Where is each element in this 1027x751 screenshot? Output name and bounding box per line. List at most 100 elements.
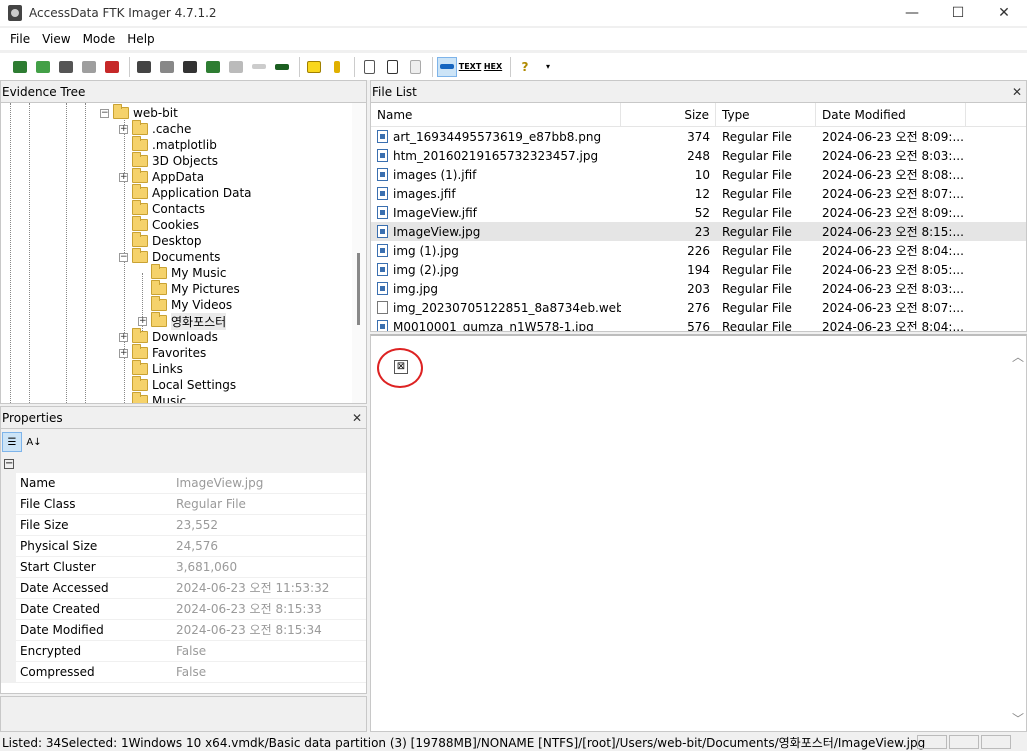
property-value[interactable]: 2024-06-23 오전 11:53:32 bbox=[172, 578, 366, 599]
file-row[interactable]: img_20230705122851_8a8734eb.webp 276 Regul… bbox=[371, 298, 1026, 317]
column-header-date-modified[interactable]: Date Modified bbox=[816, 103, 966, 126]
export-logical-image-icon[interactable] bbox=[180, 57, 200, 77]
tree-node[interactable]: Application Data bbox=[132, 184, 252, 201]
collapse-icon[interactable]: − bbox=[119, 252, 128, 262]
property-value[interactable]: 2024-06-23 오전 8:15:34 bbox=[172, 620, 366, 641]
tree-node[interactable]: + Favorites bbox=[119, 344, 206, 361]
property-row[interactable]: File Size 23,552 bbox=[1, 515, 366, 536]
property-value[interactable]: 24,576 bbox=[172, 536, 366, 557]
property-row[interactable]: Compressed False bbox=[1, 662, 366, 683]
property-row[interactable]: Date Modified 2024-06-23 오전 8:15:34 bbox=[1, 620, 366, 641]
property-row[interactable]: Encrypted False bbox=[1, 641, 366, 662]
property-row[interactable]: Date Accessed 2024-06-23 오전 11:53:32 bbox=[1, 578, 366, 599]
remove-all-evidence-icon[interactable] bbox=[102, 57, 122, 77]
add-all-devices-icon[interactable] bbox=[33, 57, 53, 77]
help-icon[interactable]: ? bbox=[515, 57, 535, 77]
property-value[interactable]: ImageView.jpg bbox=[172, 473, 366, 494]
expand-icon[interactable]: + bbox=[119, 332, 128, 342]
column-header-type[interactable]: Type bbox=[716, 103, 816, 126]
create-disk-image-icon[interactable] bbox=[134, 57, 154, 77]
document-disabled-icon[interactable] bbox=[405, 57, 425, 77]
key-icon[interactable] bbox=[327, 57, 347, 77]
file-row[interactable]: M0010001_gumza_n1W578-1.jpg 576 Regular Fi… bbox=[371, 317, 1026, 331]
tree-node[interactable]: Cookies bbox=[132, 216, 199, 233]
tree-node[interactable]: Desktop bbox=[132, 232, 202, 249]
tree-node[interactable]: My Pictures bbox=[151, 280, 240, 297]
file-row[interactable]: images.jfif 12 Regular File 2024-06-23 오전 8… bbox=[371, 184, 1026, 203]
new-document-icon[interactable] bbox=[359, 57, 379, 77]
categorized-icon[interactable]: ☰ bbox=[2, 432, 22, 452]
file-row[interactable]: art_16934495573619_e87bb8.png 374 Regular … bbox=[371, 127, 1026, 146]
column-header-size[interactable]: Size bbox=[621, 103, 716, 126]
tree-node-web-bit[interactable]: − web-bit bbox=[100, 104, 178, 121]
tree-scrollbar-thumb[interactable] bbox=[357, 253, 360, 325]
collapse-icon[interactable]: − bbox=[100, 108, 109, 118]
image-mounting-icon[interactable] bbox=[56, 57, 76, 77]
property-value[interactable]: 3,681,060 bbox=[172, 557, 366, 578]
add-evidence-icon[interactable] bbox=[10, 57, 30, 77]
add-to-custom-image-icon[interactable] bbox=[203, 57, 223, 77]
file-row-selected[interactable]: ImageView.jpg 23 Regular File 2024-06-23 오전… bbox=[371, 222, 1026, 241]
close-button[interactable]: ✕ bbox=[981, 0, 1027, 26]
file-row[interactable]: htm_20160219165732323457.jpg 248 Regular F… bbox=[371, 146, 1026, 165]
tree-scrollbar[interactable] bbox=[352, 103, 366, 403]
alphabetical-sort-icon[interactable]: A↓ bbox=[24, 432, 44, 452]
expand-icon[interactable]: + bbox=[119, 172, 128, 182]
tree-node[interactable]: Local Settings bbox=[132, 376, 236, 393]
tree-node[interactable]: Contacts bbox=[132, 200, 205, 217]
auto-view-icon[interactable] bbox=[437, 56, 457, 77]
tree-node-selected[interactable]: + 영화포스터 bbox=[138, 312, 227, 330]
tree-node[interactable]: My Videos bbox=[151, 296, 232, 313]
property-row[interactable]: Physical Size 24,576 bbox=[1, 536, 366, 557]
create-custom-image-icon[interactable] bbox=[226, 57, 246, 77]
tree-node[interactable]: 3D Objects bbox=[132, 152, 218, 169]
property-value[interactable]: Regular File bbox=[172, 494, 366, 515]
file-row[interactable]: img.jpg 203 Regular File 2024-06-23 오전 8:03… bbox=[371, 279, 1026, 298]
menu-view[interactable]: View bbox=[36, 32, 76, 46]
property-row[interactable]: File Class Regular File bbox=[1, 494, 366, 515]
tree-node[interactable]: + AppData bbox=[119, 168, 204, 185]
export-disk-image-icon[interactable] bbox=[157, 57, 177, 77]
tree-node[interactable]: + .cache bbox=[119, 120, 191, 137]
hex-view-icon[interactable]: HEX bbox=[483, 57, 503, 77]
text-view-icon[interactable]: TEXT bbox=[459, 57, 482, 77]
menu-file[interactable]: File bbox=[4, 32, 36, 46]
property-row[interactable]: Date Created 2024-06-23 오전 8:15:33 bbox=[1, 599, 366, 620]
column-header-name[interactable]: Name bbox=[371, 103, 621, 126]
tree-node[interactable]: Links bbox=[132, 360, 183, 377]
file-row[interactable]: images (1).jfif 10 Regular File 2024-06-23 … bbox=[371, 165, 1026, 184]
minimize-button[interactable]: — bbox=[889, 0, 935, 26]
scroll-down-icon[interactable]: ﹀ bbox=[1012, 710, 1024, 727]
property-value[interactable]: False bbox=[172, 662, 366, 683]
property-row[interactable]: Start Cluster 3,681,060 bbox=[1, 557, 366, 578]
property-row[interactable]: Name ImageView.jpg bbox=[1, 473, 366, 494]
toolbar-overflow-icon[interactable]: ▾ bbox=[538, 57, 558, 77]
property-value[interactable]: 2024-06-23 오전 8:15:33 bbox=[172, 599, 366, 620]
export-files-icon[interactable] bbox=[304, 57, 324, 77]
property-category[interactable]: − bbox=[1, 455, 366, 473]
menu-mode[interactable]: Mode bbox=[77, 32, 122, 46]
tree-node[interactable]: .matplotlib bbox=[132, 136, 217, 153]
memory-capture-icon[interactable] bbox=[272, 57, 292, 77]
collapse-icon[interactable]: − bbox=[4, 459, 14, 469]
expand-icon[interactable]: + bbox=[119, 348, 128, 358]
property-value[interactable]: False bbox=[172, 641, 366, 662]
tree-node[interactable]: − Documents bbox=[119, 248, 220, 265]
file-row[interactable]: ImageView.jfif 52 Regular File 2024-06-23 오… bbox=[371, 203, 1026, 222]
menu-help[interactable]: Help bbox=[121, 32, 160, 46]
tree-node[interactable]: Music bbox=[132, 392, 186, 403]
file-row[interactable]: img (1).jpg 226 Regular File 2024-06-23 오전 … bbox=[371, 241, 1026, 260]
tree-node[interactable]: + Downloads bbox=[119, 328, 218, 345]
file-row[interactable]: img (2).jpg 194 Regular File 2024-06-23 오전 … bbox=[371, 260, 1026, 279]
remove-evidence-icon[interactable] bbox=[79, 57, 99, 77]
expand-icon[interactable]: + bbox=[119, 124, 128, 134]
close-icon[interactable]: ✕ bbox=[1012, 85, 1022, 99]
document-icon[interactable] bbox=[382, 57, 402, 77]
decrypt-icon[interactable] bbox=[249, 57, 269, 77]
property-value[interactable]: 23,552 bbox=[172, 515, 366, 536]
maximize-button[interactable]: ☐ bbox=[935, 0, 981, 26]
tree-node[interactable]: My Music bbox=[151, 264, 226, 281]
expand-icon[interactable]: + bbox=[138, 316, 147, 326]
scroll-up-icon[interactable]: ︿ bbox=[1012, 348, 1024, 365]
close-icon[interactable]: ✕ bbox=[352, 411, 362, 425]
